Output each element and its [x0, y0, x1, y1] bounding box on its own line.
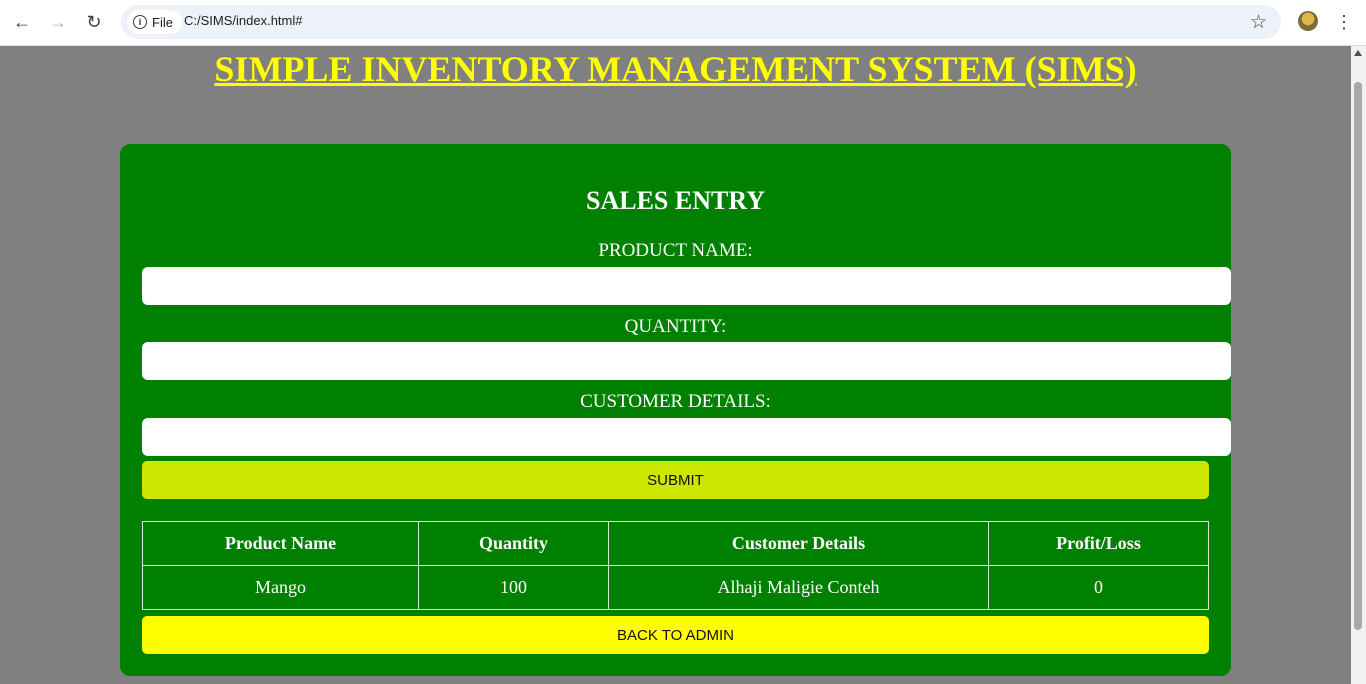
- sales-entry-heading: SALES ENTRY: [586, 186, 765, 215]
- column-header-quantity: Quantity: [418, 521, 609, 566]
- scroll-up-arrow-icon[interactable]: [1354, 50, 1362, 56]
- column-header-customer-details: Customer Details: [608, 521, 989, 566]
- column-header-product-name: Product Name: [142, 521, 419, 566]
- submit-button[interactable]: SUBMIT: [142, 461, 1209, 499]
- cell-customer-details: Alhaji Maligie Conteh: [608, 565, 989, 610]
- forward-arrow-icon[interactable]: →: [45, 9, 71, 35]
- cell-product-name: Mango: [142, 565, 419, 610]
- site-info-chip[interactable]: i File: [127, 10, 182, 34]
- scroll-thumb[interactable]: [1354, 82, 1362, 630]
- more-menu-icon[interactable]: ⋮: [1335, 9, 1353, 35]
- customer-details-input[interactable]: [142, 418, 1231, 456]
- customer-details-label: CUSTOMER DETAILS:: [580, 391, 771, 412]
- back-to-admin-button[interactable]: BACK TO ADMIN: [142, 616, 1209, 654]
- column-header-profit-loss: Profit/Loss: [988, 521, 1209, 566]
- url-text[interactable]: C:/SIMS/index.html#: [184, 13, 303, 28]
- quantity-label: QUANTITY:: [624, 316, 727, 337]
- bookmark-star-icon[interactable]: ☆: [1250, 11, 1267, 34]
- page-scrollbar[interactable]: [1351, 46, 1366, 684]
- page-title: SIMPLE INVENTORY MANAGEMENT SYSTEM (SIMS…: [214, 49, 1137, 89]
- table-row: Mango 100 Alhaji Maligie Conteh 0: [142, 565, 1209, 610]
- address-bar[interactable]: i File C:/SIMS/index.html# ☆: [121, 5, 1281, 39]
- reload-icon[interactable]: ↻: [81, 9, 107, 35]
- cell-quantity: 100: [418, 565, 609, 610]
- profile-avatar[interactable]: [1298, 11, 1318, 31]
- sales-table: Product Name Quantity Customer Details P…: [142, 521, 1209, 610]
- cell-profit-loss: 0: [988, 565, 1209, 610]
- product-name-label: PRODUCT NAME:: [598, 240, 753, 261]
- back-arrow-icon[interactable]: ←: [9, 9, 35, 35]
- browser-toolbar: ← → ↻ i File C:/SIMS/index.html# ☆ ⋮: [0, 0, 1366, 46]
- scheme-label: File: [152, 14, 173, 30]
- table-header-row: Product Name Quantity Customer Details P…: [142, 521, 1209, 566]
- quantity-input[interactable]: [142, 342, 1231, 380]
- info-icon: i: [133, 15, 147, 29]
- product-name-input[interactable]: [142, 267, 1231, 305]
